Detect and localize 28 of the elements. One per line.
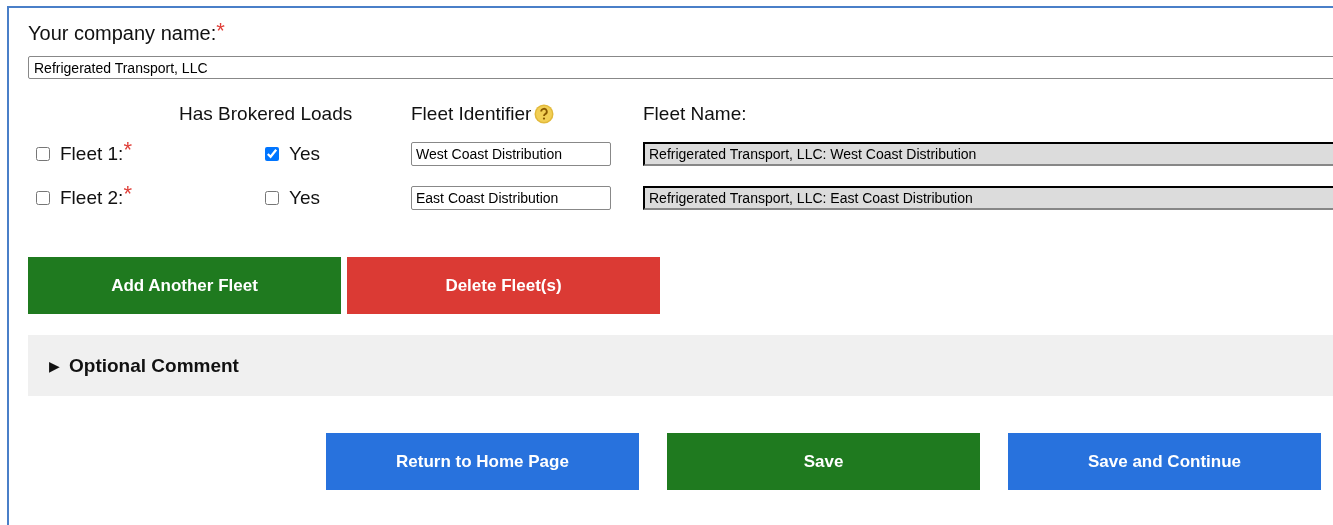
action-button[interactable]: Save and Continue — [1008, 433, 1321, 490]
expand-marker[interactable]: ▶ — [49, 357, 60, 374]
fleet-label: Fleet 2: — [60, 187, 124, 209]
action-button[interactable]: Return to Home Page — [326, 433, 639, 490]
column-header: Fleet Name: — [643, 103, 748, 125]
delete-button[interactable]: Delete Fleet(s) — [347, 257, 660, 314]
company-name-field[interactable]: Refrigerated Transport, LLC — [28, 56, 1333, 79]
brokered-checkbox[interactable] — [265, 147, 279, 161]
checkbox-label: Yes — [289, 143, 320, 165]
add-button[interactable]: Add Another Fleet — [28, 257, 341, 314]
checkbox-label: Yes — [289, 187, 320, 209]
column-header: Fleet Identifier — [411, 103, 532, 125]
save-button[interactable]: Save — [667, 433, 980, 490]
required-mark: * — [216, 18, 225, 43]
fleet-identifier-field[interactable]: West Coast Distribution — [411, 142, 611, 166]
fleet-label: Fleet 1: — [60, 143, 124, 165]
fleet-checkbox[interactable] — [36, 147, 50, 161]
required-mark: * — [123, 137, 132, 163]
comment-toggle[interactable]: Optional Comment — [69, 354, 239, 377]
brokered-checkbox[interactable] — [265, 191, 279, 205]
fleet-name-field[interactable]: Refrigerated Transport, LLC: East Coast Distribution — [643, 186, 1333, 210]
fleet-identifier-field[interactable]: East Coast Distribution — [411, 186, 611, 210]
help-icon[interactable] — [534, 104, 555, 124]
fleet-checkbox[interactable] — [36, 191, 50, 205]
fleet-name-field[interactable]: Refrigerated Transport, LLC: West Coast Distribution — [643, 142, 1333, 166]
company-name-label: Your company name: — [28, 22, 217, 44]
column-header: Has Brokered Loads — [179, 103, 354, 125]
required-mark: * — [123, 181, 132, 207]
